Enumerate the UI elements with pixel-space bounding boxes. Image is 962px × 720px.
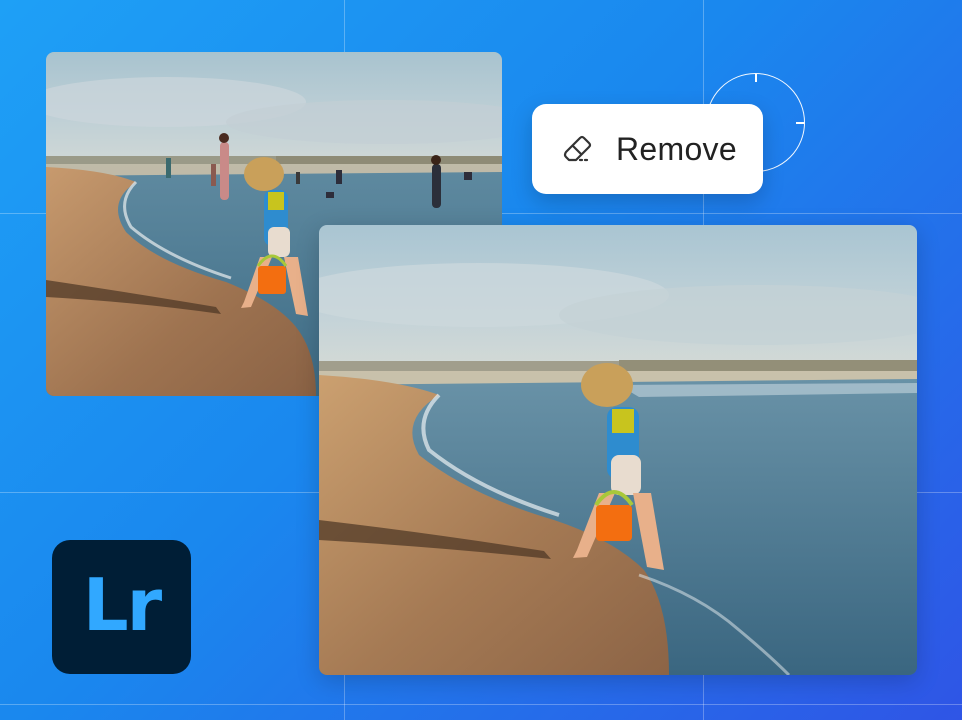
remove-button-label: Remove [616,130,737,167]
dial-tick [796,122,804,124]
eraser-icon [563,135,592,162]
after-photo [319,225,917,675]
after-photo-image [319,225,917,675]
dial-tick [755,74,757,82]
grid-line-horizontal [0,704,962,705]
lightroom-logo: Lr [52,540,191,674]
logo-text: Lr [82,563,162,647]
remove-button[interactable]: Remove [532,104,763,194]
